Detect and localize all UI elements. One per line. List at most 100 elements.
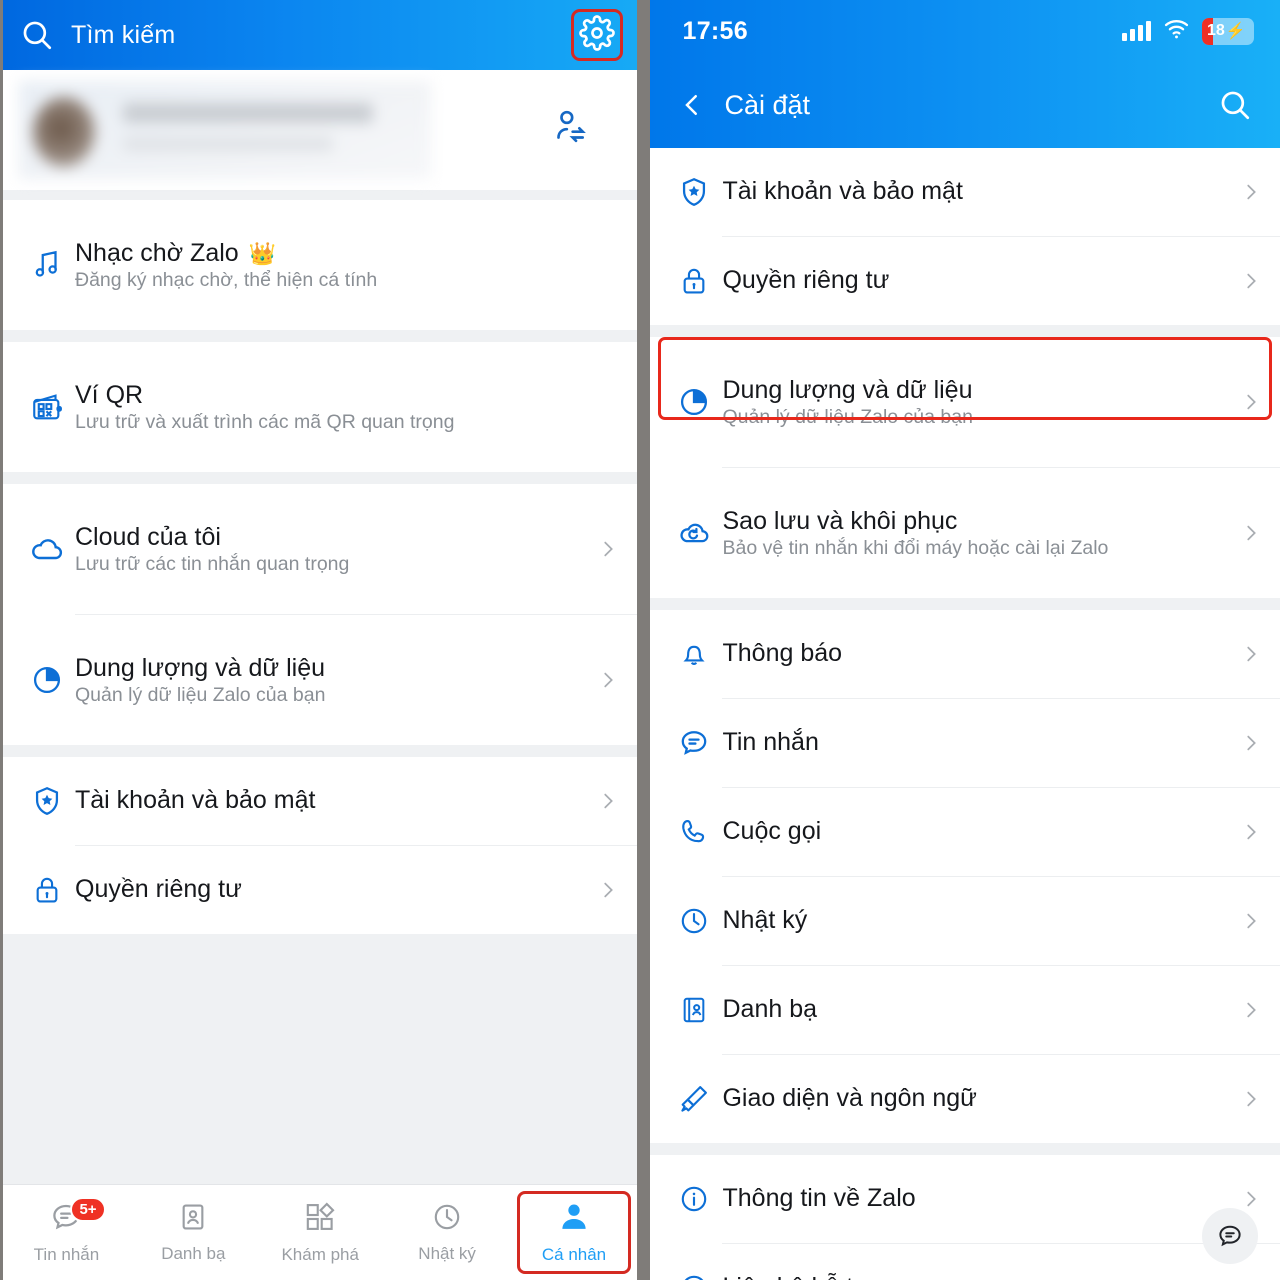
unread-badge: 5+ xyxy=(70,1197,106,1223)
chevron-right-icon xyxy=(1240,1088,1262,1110)
chat-bubble-icon xyxy=(666,726,722,760)
list-item-text: Nhật ký xyxy=(722,905,1240,936)
list-item-subtitle: Lưu trữ các tin nhắn quan trọng xyxy=(75,553,350,576)
screenshot-stage: Tìm kiếm Nhạc chờ Zalo 👑 Đăng ký nhạc ch… xyxy=(0,0,1280,1280)
contact-book-icon xyxy=(666,994,722,1026)
chevron-right-icon xyxy=(1240,732,1262,754)
list-item[interactable]: Thông tin về Zalo xyxy=(650,1155,1280,1243)
list-item-text: Tài khoản và bảo mật xyxy=(722,176,1240,207)
search-icon[interactable] xyxy=(1212,82,1258,128)
list-item-title: Tài khoản và bảo mật xyxy=(75,786,316,815)
list-item-text: Danh bạ xyxy=(722,994,1240,1025)
section-gap xyxy=(650,1143,1280,1155)
list-item-title: Thông báo xyxy=(722,639,843,668)
chevron-right-icon xyxy=(597,790,619,812)
list-item-title: Cloud của tôi xyxy=(75,522,221,551)
page-title: Cài đặt xyxy=(724,89,811,120)
search-placeholder-label[interactable]: Tìm kiếm xyxy=(71,21,175,50)
qr-wallet-icon xyxy=(19,390,75,424)
chevron-right-icon xyxy=(1240,270,1262,292)
info-icon xyxy=(666,1183,722,1215)
discover-shapes-icon xyxy=(303,1200,337,1239)
list-item[interactable]: Nhật ký xyxy=(650,877,1280,965)
chat-support-icon[interactable] xyxy=(1202,1208,1258,1264)
charging-bolt-icon: ⚡ xyxy=(1225,23,1246,40)
right-list-group-2: Dung lượng và dữ liệu Quản lý dữ liệu Za… xyxy=(650,337,1280,598)
battery-level: 18 xyxy=(1207,22,1225,39)
chevron-right-icon xyxy=(597,879,619,901)
list-item[interactable]: Tin nhắn xyxy=(650,699,1280,787)
list-item[interactable]: Tài khoản và bảo mật xyxy=(3,757,638,845)
chevron-right-icon xyxy=(597,669,619,691)
list-item[interactable]: Giao diện và ngôn ngữ xyxy=(650,1055,1280,1143)
pie-chart-icon xyxy=(666,385,722,419)
list-item[interactable]: Sao lưu và khôi phục Bảo vệ tin nhắn khi… xyxy=(650,468,1280,598)
list-item-title: Danh bạ xyxy=(722,995,818,1024)
wifi-icon xyxy=(1163,18,1190,45)
bell-icon xyxy=(666,638,722,670)
list-item[interactable]: Dung lượng và dữ liệu Quản lý dữ liệu Za… xyxy=(3,615,638,745)
left-header-bar: Tìm kiếm xyxy=(3,0,638,70)
list-item-text: Dung lượng và dữ liệu Quản lý dữ liệu Za… xyxy=(75,653,597,707)
list-item-subtitle: Lưu trữ và xuất trình các mã QR quan trọ… xyxy=(75,411,455,434)
list-item[interactable]: Tài khoản và bảo mật xyxy=(650,148,1280,236)
list-item[interactable]: Liên hệ hỗ trợ xyxy=(650,1244,1280,1280)
list-item[interactable]: Ví QR Lưu trữ và xuất trình các mã QR qu… xyxy=(3,342,638,472)
chevron-right-icon xyxy=(1240,522,1262,544)
list-item-storage-data[interactable]: Dung lượng và dữ liệu Quản lý dữ liệu Za… xyxy=(650,337,1280,467)
settings-button-highlight[interactable] xyxy=(571,9,624,61)
list-item[interactable]: Nhạc chờ Zalo 👑 Đăng ký nhạc chờ, thể hi… xyxy=(3,200,638,330)
list-item[interactable]: Quyền riêng tư xyxy=(3,846,638,934)
person-icon xyxy=(557,1200,591,1239)
nav-tab-discover[interactable]: Khám phá xyxy=(257,1185,384,1280)
list-item[interactable]: Quyền riêng tư xyxy=(650,237,1280,325)
shield-star-icon xyxy=(19,784,75,818)
list-item-title: Quyền riêng tư xyxy=(75,875,242,904)
section-gap xyxy=(650,598,1280,610)
list-item-text: Nhạc chờ Zalo 👑 Đăng ký nhạc chờ, thể hi… xyxy=(75,238,619,292)
list-item-text: Tài khoản và bảo mật xyxy=(75,785,597,816)
list-item[interactable]: Thông báo xyxy=(650,610,1280,698)
list-item-title: Tài khoản và bảo mật xyxy=(722,177,963,206)
left-phone-screen: Tìm kiếm Nhạc chờ Zalo 👑 Đăng ký nhạc ch… xyxy=(3,0,638,1280)
status-indicators: 18 ⚡ xyxy=(1122,17,1254,45)
list-item[interactable]: Danh bạ xyxy=(650,966,1280,1054)
signal-bars-icon xyxy=(1122,21,1151,41)
nav-tab-label: Danh bạ xyxy=(161,1244,226,1263)
chevron-right-icon xyxy=(1240,181,1262,203)
nav-tab-profile[interactable]: Cá nhân xyxy=(511,1185,638,1280)
left-list-group-1: Nhạc chờ Zalo 👑 Đăng ký nhạc chờ, thể hi… xyxy=(3,200,638,330)
nav-tab-label: Cá nhân xyxy=(541,1245,607,1264)
search-icon[interactable] xyxy=(17,15,57,55)
profile-name-blurred xyxy=(123,103,373,123)
section-gap xyxy=(650,325,1280,337)
list-item-subtitle: Quản lý dữ liệu Zalo của bạn xyxy=(722,406,973,429)
chevron-right-icon xyxy=(1240,643,1262,665)
battery-charging-icon: 18 ⚡ xyxy=(1202,17,1254,45)
nav-tab-timeline[interactable]: Nhật ký xyxy=(384,1185,511,1280)
list-item[interactable]: Cloud của tôi Lưu trữ các tin nhắn quan … xyxy=(3,484,638,614)
nav-tab-label: Tin nhắn xyxy=(33,1245,100,1264)
back-chevron-icon[interactable] xyxy=(670,83,714,127)
avatar-image xyxy=(33,97,95,167)
nav-tab-label: Nhật ký xyxy=(418,1244,476,1263)
list-item[interactable]: Cuộc gọi xyxy=(650,788,1280,876)
nav-tab-contacts[interactable]: Danh bạ xyxy=(130,1185,257,1280)
list-item-title: Nhạc chờ Zalo 👑 xyxy=(75,238,277,267)
list-item-title: Ví QR xyxy=(75,380,144,409)
list-item-title: Tin nhắn xyxy=(722,728,819,757)
chevron-right-icon xyxy=(1240,910,1262,932)
switch-account-icon[interactable] xyxy=(551,108,591,153)
right-header-bar: Cài đặt xyxy=(650,62,1280,148)
list-item-text: Thông tin về Zalo xyxy=(722,1183,1240,1214)
left-list-group-4: Tài khoản và bảo mật Quyền riêng tư xyxy=(3,757,638,934)
list-item-subtitle: Quản lý dữ liệu Zalo của bạn xyxy=(75,684,326,707)
right-list-group-1: Tài khoản và bảo mật Quyền riêng tư xyxy=(650,148,1280,325)
gear-icon[interactable] xyxy=(579,14,616,56)
list-item-title: Nhật ký xyxy=(722,906,808,935)
list-item-title: Liên hệ hỗ trợ xyxy=(722,1272,1262,1280)
list-item-text: Thông báo xyxy=(722,638,1240,669)
chevron-right-icon xyxy=(1240,391,1262,413)
nav-tab-messages[interactable]: 5+ Tin nhắn xyxy=(3,1185,130,1280)
profile-row[interactable] xyxy=(3,70,638,190)
